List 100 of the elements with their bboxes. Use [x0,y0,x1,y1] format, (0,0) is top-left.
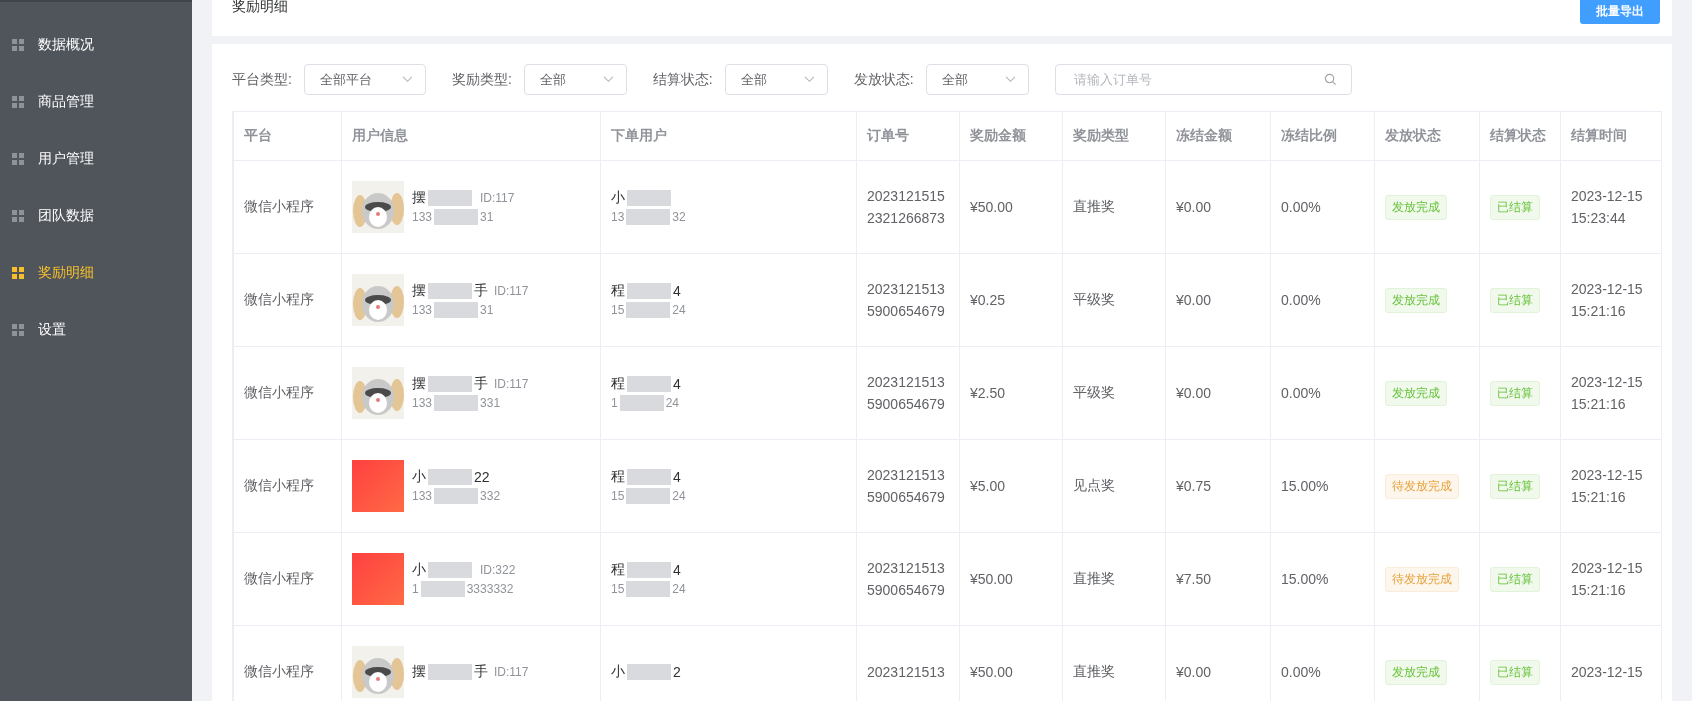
redaction-block [434,395,479,411]
buyer-name: 程 [611,468,625,486]
buyer-phone: 24 [672,489,686,503]
redaction-block [627,376,671,392]
redaction-block [428,190,472,206]
status-tag: 发放完成 [1385,287,1447,313]
user-phone: 331 [480,396,501,410]
redaction-block [428,283,472,299]
user-name: 摆 [412,375,426,393]
order-number: 20231215135900654679 [867,280,946,321]
table-cell: ¥0.00 [1165,346,1271,440]
buyer-name: 小 [611,189,625,207]
filter-label: 结算状态: [652,70,713,89]
buyer-name: 2 [673,664,681,680]
buyer-phone: 24 [665,396,680,410]
filter-select[interactable]: 全部平台 [303,64,426,95]
table-cell: ¥50.00 [959,532,1063,626]
user-phone: 133 [412,303,433,317]
buyer-name: 程 [611,561,625,579]
page-title: 奖励明细 [232,0,288,16]
table-cell: 微信小程序 [233,439,342,533]
search-field[interactable]: 请输入订单号 [1054,64,1352,95]
table-cell: 微信小程序 [233,253,342,347]
chevron-down-icon [1004,76,1016,83]
chevron-down-icon [602,76,614,83]
column-header: 用户信息 [341,111,601,161]
raccoon-avatar-icon [352,367,404,419]
sidebar-item[interactable]: 用户管理 [0,130,192,187]
column-header: 平台 [233,111,342,161]
column-header: 奖励类型 [1062,111,1166,161]
user-name: 手 [474,663,488,681]
column-header: 订单号 [856,111,960,161]
table-cell: 直推奖 [1062,160,1166,254]
buyer-name: 程 [611,375,625,393]
redaction-block [627,562,671,578]
redaction-block [626,488,671,504]
grid-icon [12,95,24,108]
status-tag: 已结算 [1490,194,1540,220]
redaction-block [627,664,671,680]
avatar-image [352,553,404,605]
redaction-block [434,488,479,504]
status-tag: 已结算 [1490,473,1540,499]
order-number: 20231215135900654679 [867,559,946,600]
settle-time: 2023-12-15 15:21:16 [1571,559,1644,600]
column-header: 下单用户 [600,111,857,161]
user-phone: 133 [412,396,433,410]
redaction-block [626,302,671,318]
status-tag: 发放完成 [1385,194,1447,220]
table-cell: 0.00% [1270,346,1375,440]
raccoon-avatar-icon [352,181,404,233]
filter-select[interactable]: 全部 [724,64,828,95]
status-tag: 发放完成 [1385,659,1447,685]
table-cell: 平级奖 [1062,253,1166,347]
sidebar-item[interactable]: 设置 [0,301,192,358]
redaction-block [434,302,479,318]
table-cell: ¥0.00 [1165,160,1271,254]
order-number: 20231215135900654679 [867,466,946,507]
user-id: ID:117 [480,191,515,205]
redaction-block [428,562,472,578]
buyer-phone: 15 [611,303,625,317]
redaction-block [428,376,472,392]
filter-label: 发放状态: [853,70,914,89]
raccoon-avatar-icon [352,274,404,326]
user-name: 手 [474,282,488,300]
filter-select[interactable]: 全部 [523,64,627,95]
table-cell: ¥5.00 [959,439,1063,533]
table-cell: 15.00% [1270,439,1375,533]
grid-icon [12,209,24,222]
user-name: 22 [474,469,490,485]
table-cell: ¥50.00 [959,160,1063,254]
table-cell: 微信小程序 [233,346,342,440]
user-phone: 133 [412,489,433,503]
grid-icon [12,266,24,279]
user-name: 小 [412,561,426,579]
sidebar-item[interactable]: 商品管理 [0,73,192,130]
search-icon [1323,73,1337,86]
column-header: 奖励金额 [959,111,1063,161]
user-phone: 133 [412,210,433,224]
table-cell: ¥0.75 [1165,439,1271,533]
settle-time: 2023-12-15 [1571,663,1644,682]
table-cell: 0.00% [1270,253,1375,347]
sidebar-item[interactable]: 团队数据 [0,187,192,244]
table-cell: 0.00% [1270,160,1375,254]
user-id: ID:117 [494,665,529,679]
redaction-block [428,664,472,680]
grid-icon [12,38,24,51]
status-tag: 待发放完成 [1385,473,1459,499]
settle-time: 2023-12-15 15:23:44 [1571,187,1644,228]
buyer-name: 程 [611,282,625,300]
redaction-block [428,469,472,485]
filter-select[interactable]: 全部 [925,64,1029,95]
buyer-name: 小 [611,663,625,681]
sidebar-item[interactable]: 奖励明细 [0,244,192,301]
sidebar-item[interactable]: 数据概况 [0,16,192,73]
user-name: 摆 [412,663,426,681]
user-phone: 1 [412,582,419,596]
user-phone: 31 [480,210,494,224]
user-phone: 31 [480,303,494,317]
order-number: 2023121513 [867,663,946,682]
table-cell: ¥7.50 [1165,532,1271,626]
